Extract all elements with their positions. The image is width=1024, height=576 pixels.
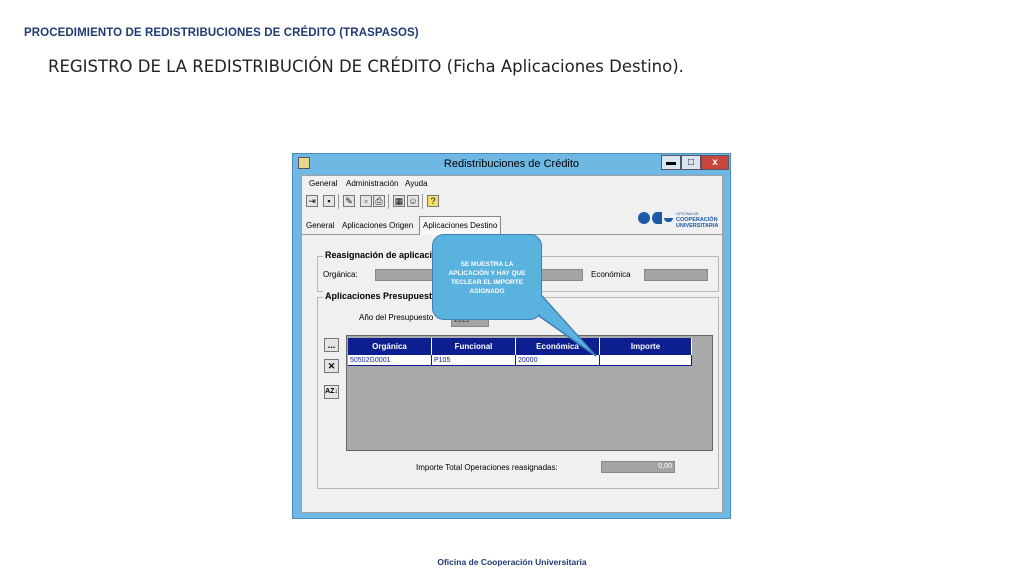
economica-label: Económica [591,270,631,279]
menu-bar: General Administración Ayuda [302,176,722,192]
table-cell-importe[interactable] [600,355,692,366]
total-field: 0,00 [601,461,675,473]
table-cell-funcional[interactable]: P105 [432,355,516,366]
menu-general[interactable]: General [309,179,337,188]
presupuestarias-legend: Aplicaciones Presupuesta [323,291,440,301]
column-header-organica[interactable]: Orgánica [348,338,432,355]
reasignacion-legend: Reasignación de aplicació [323,250,440,260]
print-icon[interactable]: ⎙ [373,195,385,207]
window-titlebar[interactable]: Redistribuciones de Crédito ▬ □ x [293,154,730,174]
toolbar-divider [338,194,339,209]
menu-ayuda[interactable]: Ayuda [405,179,428,188]
app-window: Redistribuciones de Crédito ▬ □ x Genera… [292,153,731,519]
close-button[interactable]: x [701,155,729,170]
edit-icon[interactable]: ✎ [343,195,355,207]
toolbar-divider [422,194,423,209]
table-cell-economica[interactable]: 20000 [516,355,600,366]
aplicaciones-grid: Orgánica Funcional Económica Importe 505… [346,335,713,451]
window-client: General Administración Ayuda ⇥ ▪ ✎ ▫ ⎙ ▦… [301,175,723,513]
slide-title: REGISTRO DE LA REDISTRIBUCIÓN DE CRÉDITO… [48,57,684,76]
column-header-importe[interactable]: Importe [600,338,692,355]
anio-label: Año del Presupuesto [359,313,434,322]
delete-row-button[interactable]: ✕ [324,359,339,373]
toolbar: ⇥ ▪ ✎ ▫ ⎙ ▦ ☺ ? OFICINA DE COOPERACIÓN U… [302,192,722,229]
tab-strip: General Aplicaciones Origen Aplicaciones… [302,216,722,235]
calculator-icon[interactable]: ▦ [393,195,405,207]
column-header-funcional[interactable]: Funcional [432,338,516,355]
callout-text: SE MUESTRA LA APLICACIÓN Y HAY QUE TECLE… [448,261,526,295]
add-row-button[interactable]: ... [324,338,339,352]
slide-header: PROCEDIMIENTO DE REDISTRIBUCIONES DE CRÉ… [24,27,419,39]
organica-label: Orgánica: [323,270,358,279]
users-icon[interactable]: ☺ [407,195,419,207]
tab-general[interactable]: General [303,218,337,234]
column-header-economica[interactable]: Económica [516,338,600,355]
exit-icon[interactable]: ⇥ [306,195,318,207]
toolbar-divider [388,194,389,209]
minimize-button[interactable]: ▬ [661,155,681,170]
economica-field [644,269,708,281]
help-icon[interactable]: ? [427,195,439,207]
preview-icon[interactable]: ▫ [360,195,372,207]
table-cell-organica[interactable]: 50502G0001 [348,355,432,366]
tab-aplicaciones-destino[interactable]: Aplicaciones Destino [419,216,502,235]
slide-footer: Oficina de Cooperación Universitaria [437,557,587,567]
tab-aplicaciones-origen[interactable]: Aplicaciones Origen [339,218,416,234]
save-icon[interactable]: ▪ [323,195,335,207]
sort-button[interactable]: AZ↓ [324,385,339,399]
menu-administracion[interactable]: Administración [346,179,398,188]
maximize-button[interactable]: □ [681,155,701,170]
total-label: Importe Total Operaciones reasignadas: [416,463,558,472]
callout-bubble: SE MUESTRA LA APLICACIÓN Y HAY QUE TECLE… [432,234,542,320]
